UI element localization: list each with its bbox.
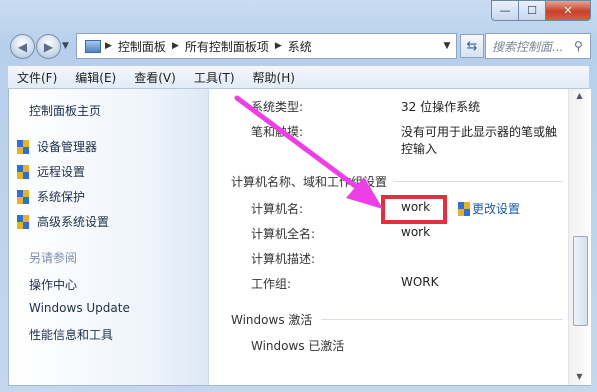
- window-frame: — ☐ ✕ ◀ ▶ ▼ ▶ 控制面板 ▶ 所有控制面板项 ▶ 系统 ▼ ⇆ 搜索…: [0, 0, 597, 392]
- annotation-arrow: [234, 95, 383, 209]
- arrow-shaft: [234, 95, 365, 194]
